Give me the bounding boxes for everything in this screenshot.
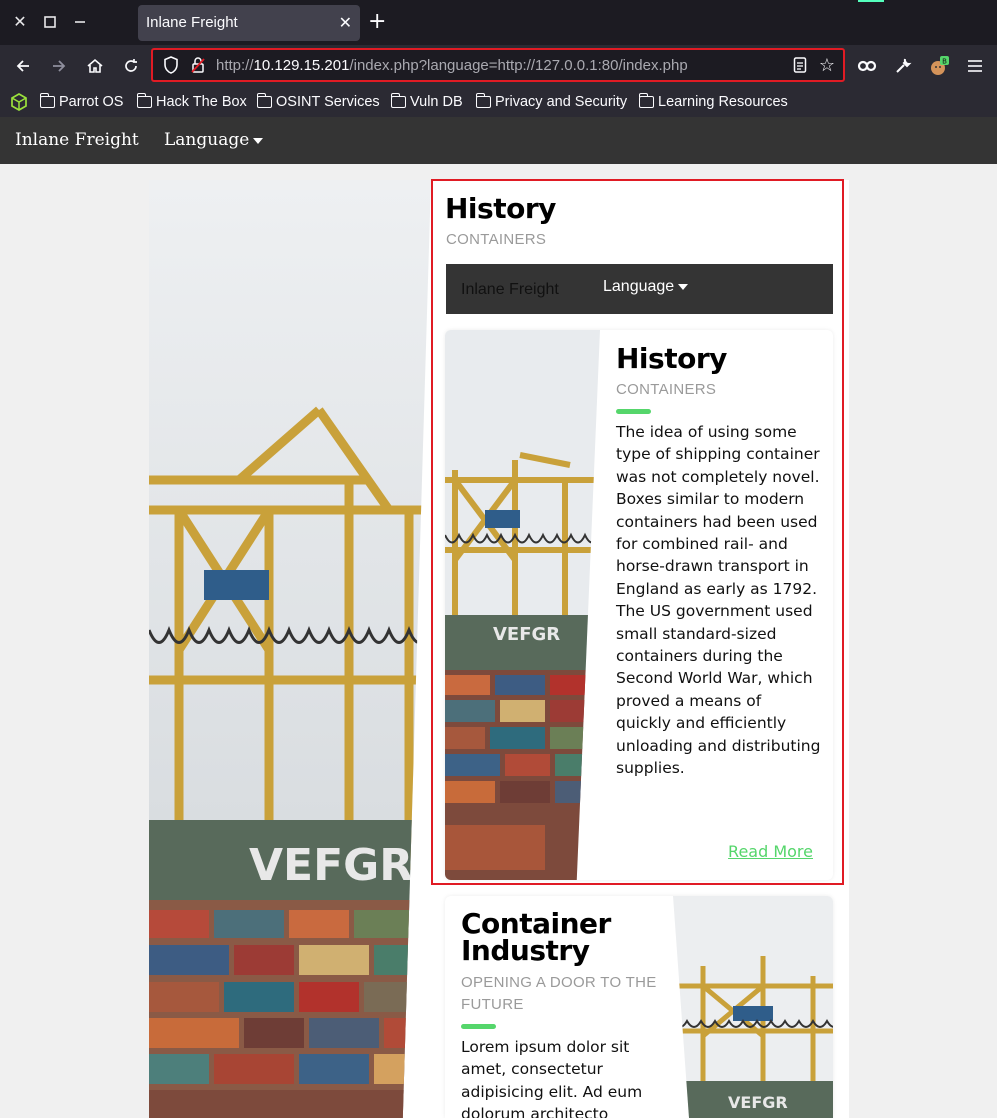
reload-icon[interactable] bbox=[120, 55, 142, 77]
history-card: VEFGR History CONTAINERS The idea of usi… bbox=[445, 330, 833, 880]
folder-icon bbox=[390, 93, 406, 108]
insecure-lock-icon[interactable] bbox=[190, 56, 206, 78]
included-title: History bbox=[445, 192, 556, 225]
url-prefix: http:// bbox=[216, 57, 254, 74]
reader-view-icon[interactable] bbox=[793, 56, 807, 78]
read-more-link[interactable]: Read More bbox=[728, 842, 813, 861]
history-card-title: History bbox=[616, 342, 727, 375]
bookmark-label: OSINT Services bbox=[276, 94, 380, 110]
hamburger-menu-icon[interactable] bbox=[964, 55, 986, 77]
maximize-window-icon[interactable] bbox=[40, 12, 60, 32]
container-industry-card: VEFGR Container Industry OPENING A DOOR T… bbox=[445, 896, 833, 1118]
caret-down-icon bbox=[678, 283, 689, 290]
container-industry-accent-bar bbox=[461, 1024, 496, 1029]
bookmark-star-icon[interactable]: ☆ bbox=[819, 55, 835, 76]
tab-close-icon[interactable]: ✕ bbox=[339, 13, 352, 32]
folder-icon bbox=[475, 93, 491, 108]
included-language-dropdown[interactable]: Language bbox=[603, 278, 689, 296]
folder-icon bbox=[136, 93, 152, 108]
bookmark-osint-services[interactable]: OSINT Services bbox=[256, 92, 380, 112]
mask-icon[interactable] bbox=[856, 55, 878, 77]
included-navbar: Inlane Freight Language bbox=[446, 264, 833, 314]
port-cranes-photo: VEFGR bbox=[149, 180, 431, 1118]
url-path: /index.php?language=http://127.0.0.1:80/… bbox=[349, 57, 688, 74]
shield-icon[interactable] bbox=[163, 56, 179, 78]
included-language-label: Language bbox=[603, 278, 675, 295]
container-industry-title: Container Industry bbox=[461, 910, 611, 967]
bookmarks-toolbar: Parrot OS Hack The Box OSINT Services Vu… bbox=[0, 87, 997, 117]
tab-accent-line bbox=[858, 0, 884, 2]
site-navbar: Inlane Freight Language bbox=[0, 117, 997, 164]
svg-text:VEFGR: VEFGR bbox=[728, 1093, 788, 1112]
container-industry-body: Lorem ipsum dolor sit amet, consectetur … bbox=[461, 1038, 643, 1118]
bookmark-privacy-and-security[interactable]: Privacy and Security bbox=[475, 92, 628, 112]
svg-text:VEFGR: VEFGR bbox=[493, 624, 560, 645]
back-icon[interactable] bbox=[12, 55, 34, 77]
url-text[interactable]: http://10.129.15.201/index.php?language=… bbox=[216, 57, 688, 74]
browser-nav-bar: http://10.129.15.201/index.php?language=… bbox=[0, 45, 997, 87]
close-window-icon[interactable]: ✕ bbox=[10, 12, 30, 32]
minimize-window-icon[interactable] bbox=[70, 12, 90, 32]
url-host: 10.129.15.201 bbox=[253, 57, 350, 74]
new-tab-icon[interactable]: + bbox=[368, 11, 386, 33]
language-dropdown[interactable]: Language bbox=[164, 130, 264, 150]
bookmark-label: Privacy and Security bbox=[495, 94, 628, 110]
container-industry-photo: VEFGR bbox=[673, 896, 833, 1118]
history-card-photo: VEFGR bbox=[445, 330, 600, 880]
included-subtitle: CONTAINERS bbox=[446, 231, 547, 248]
svg-text:VEFGR: VEFGR bbox=[249, 840, 413, 891]
wrench-icon[interactable] bbox=[892, 55, 914, 77]
bookmark-label: Vuln DB bbox=[410, 94, 463, 110]
extension-avatar-icon[interactable]: B bbox=[928, 55, 950, 77]
bookmark-vuln-db[interactable]: Vuln DB bbox=[390, 92, 463, 112]
bookmark-hack-the-box[interactable]: Hack The Box bbox=[136, 92, 247, 112]
caret-down-icon bbox=[253, 137, 264, 144]
svg-text:B: B bbox=[942, 58, 947, 66]
browser-tab[interactable]: Inlane Freight ✕ bbox=[138, 5, 360, 41]
browser-tab-bar: ✕ Inlane Freight ✕ + bbox=[0, 0, 997, 45]
language-label: Language bbox=[164, 130, 250, 150]
history-card-accent-bar bbox=[616, 409, 651, 414]
bookmark-label: Learning Resources bbox=[658, 94, 788, 110]
bookmark-label: Hack The Box bbox=[156, 94, 247, 110]
page-background bbox=[0, 164, 149, 1118]
history-card-body: The idea of using some type of shipping … bbox=[616, 423, 821, 778]
forward-icon[interactable] bbox=[48, 55, 70, 77]
parrot-logo-icon[interactable] bbox=[10, 92, 28, 112]
container-industry-title-line2: Industry bbox=[461, 934, 590, 967]
bookmark-learning-resources[interactable]: Learning Resources bbox=[638, 92, 788, 112]
included-brand-link[interactable]: Inlane Freight bbox=[461, 281, 559, 299]
folder-icon bbox=[638, 93, 654, 108]
site-brand-link[interactable]: Inlane Freight bbox=[15, 130, 139, 150]
container-industry-subtitle: OPENING A DOOR TO THE FUTURE bbox=[461, 974, 657, 1013]
tab-title: Inlane Freight bbox=[146, 14, 238, 31]
folder-icon bbox=[256, 93, 272, 108]
bookmark-label: Parrot OS bbox=[59, 94, 124, 110]
history-card-subtitle: CONTAINERS bbox=[616, 381, 717, 398]
home-icon[interactable] bbox=[84, 55, 106, 77]
bookmark-parrot-os[interactable]: Parrot OS bbox=[39, 92, 124, 112]
folder-icon bbox=[39, 93, 55, 108]
url-bar[interactable]: http://10.129.15.201/index.php?language=… bbox=[151, 48, 845, 82]
